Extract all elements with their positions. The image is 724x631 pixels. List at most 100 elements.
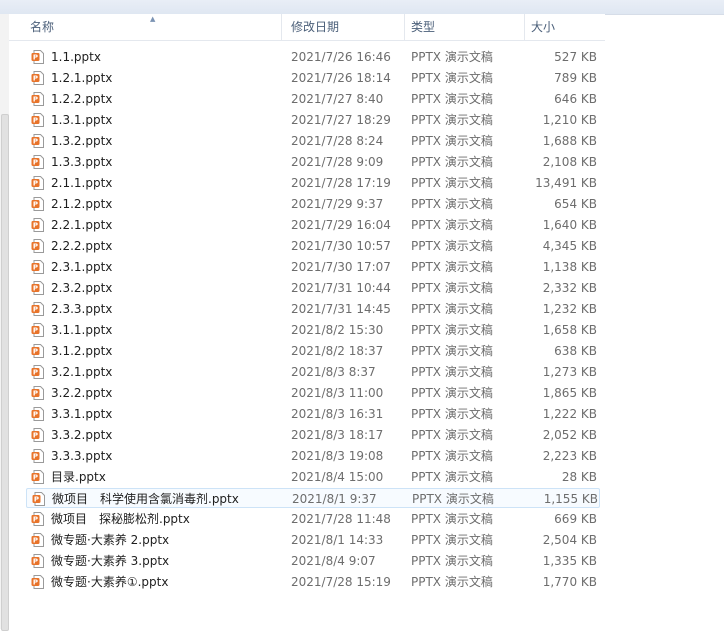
file-row[interactable]: P 3.3.1.pptx 2021/8/3 16:31 PPTX 演示文稿 1,222 … <box>26 404 600 424</box>
svg-text:P: P <box>34 496 39 504</box>
file-size: 28 KB <box>561 470 597 484</box>
svg-text:P: P <box>33 285 38 293</box>
file-row[interactable]: P 3.1.1.pptx 2021/8/2 15:30 PPTX 演示文稿 1,658 … <box>26 320 600 340</box>
file-modified-date: 2021/7/26 18:14 <box>291 71 391 85</box>
file-row[interactable]: P 2.2.2.pptx 2021/7/30 10:57 PPTX 演示文稿 4,345… <box>26 236 600 256</box>
pptx-file-icon: P <box>31 155 44 169</box>
file-size: 2,504 KB <box>542 533 597 547</box>
column-header-bar: ▲ 名称 修改日期 类型 大小 <box>9 14 605 41</box>
file-row[interactable]: P 1.3.1.pptx 2021/7/27 18:29 PPTX 演示文稿 1,210… <box>26 110 600 130</box>
file-size: 1,273 KB <box>542 365 597 379</box>
column-header-type[interactable]: 类型 <box>405 14 525 40</box>
file-name[interactable]: 微专题·大素养①.pptx <box>51 572 168 592</box>
file-modified-date: 2021/8/1 14:33 <box>291 533 384 547</box>
file-size: 1,210 KB <box>542 113 597 127</box>
file-type: PPTX 演示文稿 <box>411 176 493 190</box>
file-size: 1,640 KB <box>542 218 597 232</box>
file-name[interactable]: 3.3.1.pptx <box>51 404 112 424</box>
file-name[interactable]: 1.2.2.pptx <box>51 89 112 109</box>
file-name[interactable]: 目录.pptx <box>51 467 106 487</box>
pptx-file-icon: P <box>32 492 45 506</box>
file-name[interactable]: 2.1.2.pptx <box>51 194 112 214</box>
file-row[interactable]: P 2.3.3.pptx 2021/7/31 14:45 PPTX 演示文稿 1,232… <box>26 299 600 319</box>
file-size: 2,052 KB <box>542 428 597 442</box>
file-name[interactable]: 微专题·大素养 3.pptx <box>51 551 169 571</box>
file-name[interactable]: 3.3.2.pptx <box>51 425 112 445</box>
file-name[interactable]: 2.3.1.pptx <box>51 257 112 277</box>
file-row[interactable]: P 1.2.1.pptx 2021/7/26 18:14 PPTX 演示文稿 789 K… <box>26 68 600 88</box>
file-name[interactable]: 微项目 科学使用含氯消毒剂.pptx <box>52 489 239 509</box>
scrollbar-thumb[interactable] <box>1 114 9 631</box>
file-name[interactable]: 3.1.2.pptx <box>51 341 112 361</box>
file-modified-date: 2021/7/28 8:24 <box>291 134 384 148</box>
svg-text:P: P <box>33 348 38 356</box>
file-name[interactable]: 2.2.2.pptx <box>51 236 112 256</box>
navigation-pane-scrollbar[interactable] <box>0 14 9 631</box>
file-type: PPTX 演示文稿 <box>411 365 493 379</box>
file-name[interactable]: 2.1.1.pptx <box>51 173 112 193</box>
pptx-file-icon: P <box>31 407 44 421</box>
file-modified-date: 2021/8/3 8:37 <box>291 365 376 379</box>
file-row[interactable]: P 2.1.1.pptx 2021/7/28 17:19 PPTX 演示文稿 13,49… <box>26 173 600 193</box>
file-name[interactable]: 1.2.1.pptx <box>51 68 112 88</box>
file-type: PPTX 演示文稿 <box>411 113 493 127</box>
pptx-file-icon: P <box>31 71 44 85</box>
svg-text:P: P <box>33 138 38 146</box>
file-type: PPTX 演示文稿 <box>411 50 493 64</box>
file-name[interactable]: 2.3.2.pptx <box>51 278 112 298</box>
file-modified-date: 2021/7/28 9:09 <box>291 155 384 169</box>
pptx-file-icon: P <box>31 260 44 274</box>
file-row[interactable]: P 微专题·大素养 3.pptx 2021/8/4 9:07 PPTX 演示文稿 1,3… <box>26 551 600 571</box>
file-name[interactable]: 1.1.pptx <box>51 47 101 67</box>
file-type: PPTX 演示文稿 <box>411 428 493 442</box>
file-row[interactable]: P 3.1.2.pptx 2021/8/2 18:37 PPTX 演示文稿 638 KB <box>26 341 600 361</box>
pptx-file-icon: P <box>31 449 44 463</box>
file-row[interactable]: P 1.2.2.pptx 2021/7/27 8:40 PPTX 演示文稿 646 KB <box>26 89 600 109</box>
file-row[interactable]: P 3.3.2.pptx 2021/8/3 18:17 PPTX 演示文稿 2,052 … <box>26 425 600 445</box>
file-name[interactable]: 2.3.3.pptx <box>51 299 112 319</box>
file-name[interactable]: 微专题·大素养 2.pptx <box>51 530 169 550</box>
file-size: 1,138 KB <box>542 260 597 274</box>
file-row[interactable]: P 目录.pptx 2021/8/4 15:00 PPTX 演示文稿 28 KB <box>26 467 600 487</box>
file-size: 1,222 KB <box>542 407 597 421</box>
file-modified-date: 2021/8/2 15:30 <box>291 323 384 337</box>
title-bar-strip <box>0 0 724 15</box>
pptx-file-icon: P <box>31 554 44 568</box>
file-name[interactable]: 3.1.1.pptx <box>51 320 112 340</box>
column-header-date[interactable]: 修改日期 <box>282 14 405 40</box>
file-name[interactable]: 1.3.2.pptx <box>51 131 112 151</box>
file-row[interactable]: P 2.3.1.pptx 2021/7/30 17:07 PPTX 演示文稿 1,138… <box>26 257 600 277</box>
file-row[interactable]: P 微专题·大素养①.pptx 2021/7/28 15:19 PPTX 演示文稿 1,… <box>26 572 600 592</box>
file-modified-date: 2021/7/28 11:48 <box>291 512 391 526</box>
pptx-file-icon: P <box>31 428 44 442</box>
pptx-file-icon: P <box>31 92 44 106</box>
pptx-file-icon: P <box>31 533 44 547</box>
file-name[interactable]: 2.2.1.pptx <box>51 215 112 235</box>
file-row[interactable]: P 1.3.2.pptx 2021/7/28 8:24 PPTX 演示文稿 1,688 … <box>26 131 600 151</box>
file-row[interactable]: P 2.1.2.pptx 2021/7/29 9:37 PPTX 演示文稿 654 KB <box>26 194 600 214</box>
svg-text:P: P <box>33 180 38 188</box>
file-name[interactable]: 1.3.3.pptx <box>51 152 112 172</box>
column-header-name[interactable]: ▲ 名称 <box>9 14 282 40</box>
file-name[interactable]: 微项目 探秘膨松剂.pptx <box>51 509 190 529</box>
file-row[interactable]: P 2.3.2.pptx 2021/7/31 10:44 PPTX 演示文稿 2,332… <box>26 278 600 298</box>
file-row[interactable]: P 1.1.pptx 2021/7/26 16:46 PPTX 演示文稿 527 KB <box>26 47 600 67</box>
file-row[interactable]: P 微项目 探秘膨松剂.pptx 2021/7/28 11:48 PPTX 演示文稿 6… <box>26 509 600 529</box>
file-name[interactable]: 3.2.2.pptx <box>51 383 112 403</box>
file-name[interactable]: 3.2.1.pptx <box>51 362 112 382</box>
file-row[interactable]: P 3.2.1.pptx 2021/8/3 8:37 PPTX 演示文稿 1,273 K… <box>26 362 600 382</box>
svg-text:P: P <box>33 558 38 566</box>
file-row[interactable]: P 微项目 科学使用含氯消毒剂.pptx 2021/8/1 9:37 PPTX 演示文… <box>26 488 600 508</box>
column-header-size[interactable]: 大小 <box>525 14 605 40</box>
file-row[interactable]: P 微专题·大素养 2.pptx 2021/8/1 14:33 PPTX 演示文稿 2,… <box>26 530 600 550</box>
file-row[interactable]: P 2.2.1.pptx 2021/7/29 16:04 PPTX 演示文稿 1,640… <box>26 215 600 235</box>
file-name[interactable]: 3.3.3.pptx <box>51 446 112 466</box>
file-modified-date: 2021/8/3 16:31 <box>291 407 384 421</box>
file-name[interactable]: 1.3.1.pptx <box>51 110 112 130</box>
svg-text:P: P <box>33 390 38 398</box>
file-modified-date: 2021/7/30 10:57 <box>291 239 391 253</box>
file-row[interactable]: P 3.2.2.pptx 2021/8/3 11:00 PPTX 演示文稿 1,865 … <box>26 383 600 403</box>
file-row[interactable]: P 3.3.3.pptx 2021/8/3 19:08 PPTX 演示文稿 2,223 … <box>26 446 600 466</box>
file-row[interactable]: P 1.3.3.pptx 2021/7/28 9:09 PPTX 演示文稿 2,108 … <box>26 152 600 172</box>
svg-text:P: P <box>33 411 38 419</box>
